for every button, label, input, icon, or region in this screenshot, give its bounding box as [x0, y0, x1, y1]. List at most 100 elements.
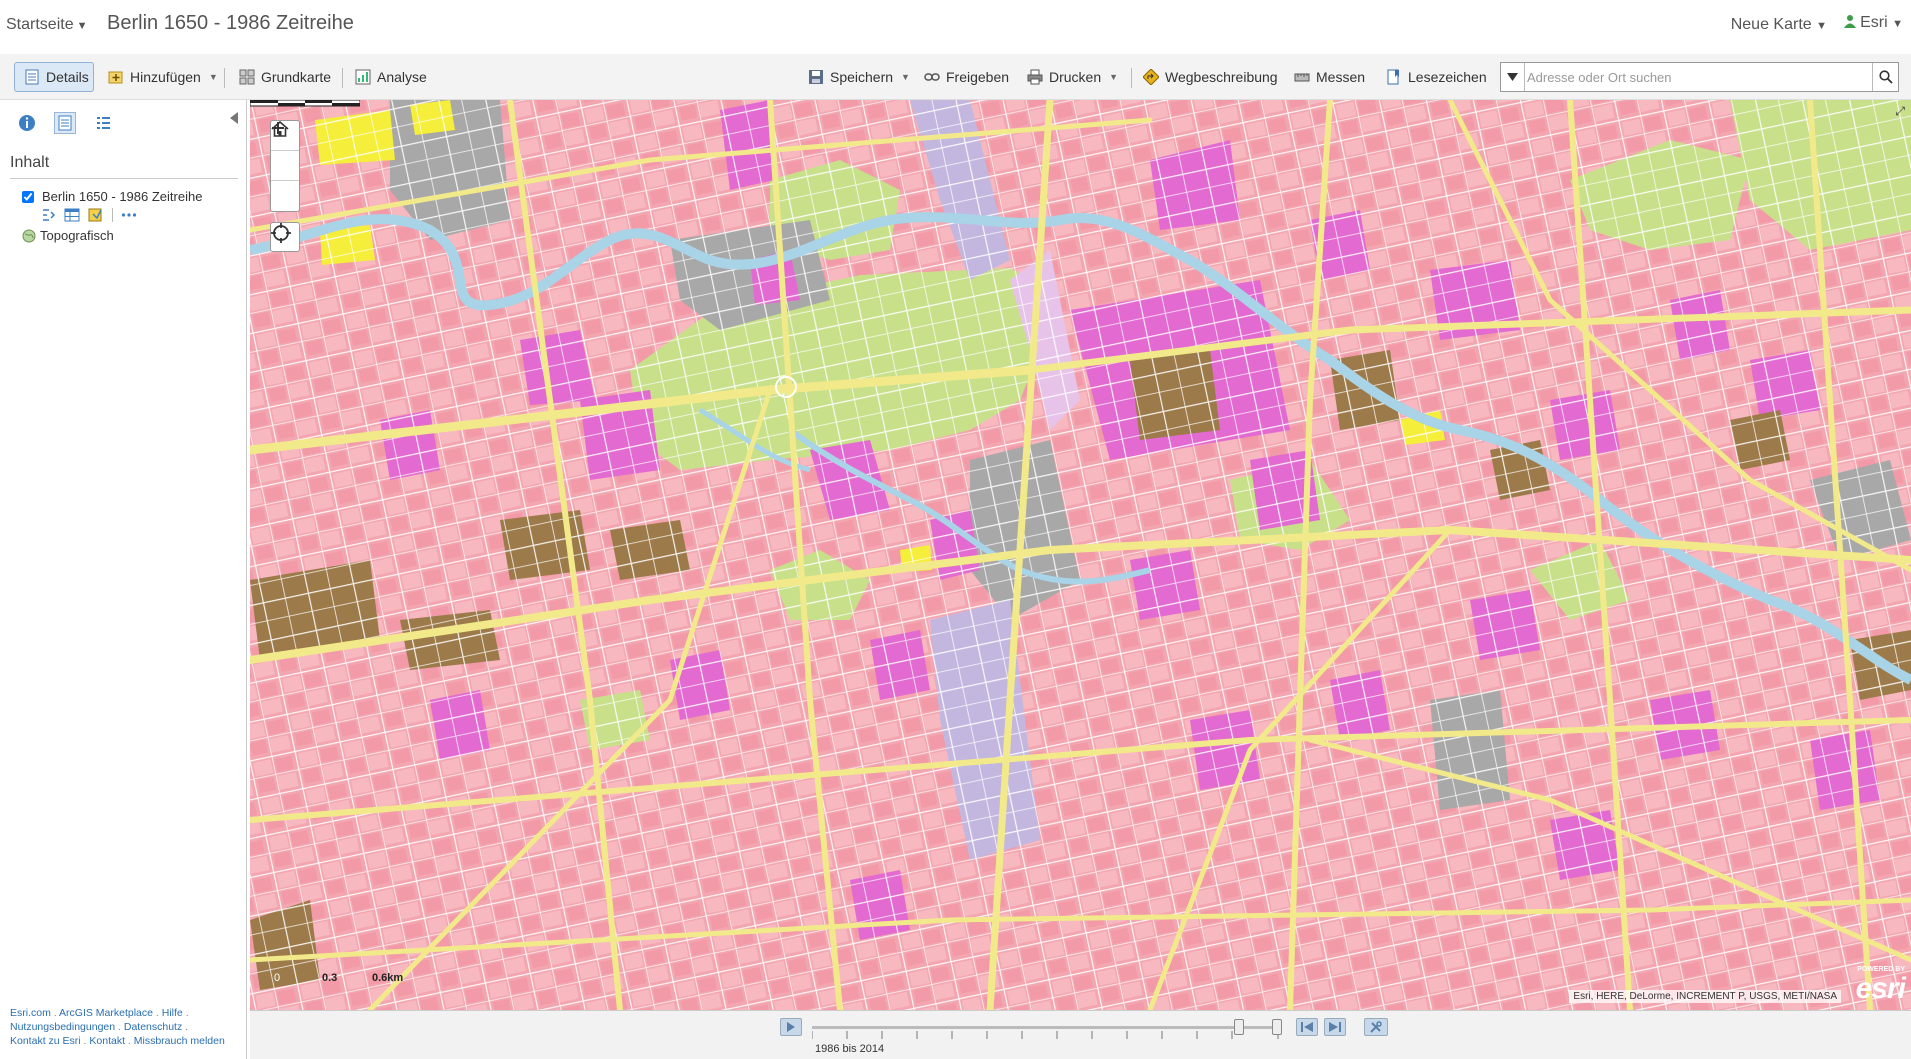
analysis-label: Analyse — [377, 69, 427, 85]
measure-icon — [1294, 73, 1310, 82]
search-box — [1500, 62, 1899, 92]
collapse-panel-button[interactable] — [230, 112, 238, 127]
scale-label: 0 — [274, 972, 281, 984]
home-menu-label: Startseite — [6, 16, 74, 33]
more-options-icon[interactable] — [121, 212, 137, 218]
search-button[interactable] — [1872, 63, 1898, 91]
content-panel: Inhalt Berlin 1650 - 1986 Zeitreihe Topo… — [0, 100, 256, 1059]
print-label: Drucken — [1049, 69, 1102, 85]
directions-icon — [1143, 69, 1159, 85]
content-tab[interactable] — [54, 112, 76, 134]
time-slider-track[interactable] — [812, 1026, 1278, 1029]
layer-settings-icon[interactable] — [42, 208, 56, 222]
about-tab[interactable] — [16, 112, 38, 134]
content-list-icon — [58, 115, 72, 131]
add-label: Hinzufügen — [130, 69, 201, 85]
wrench-icon — [1370, 1021, 1382, 1033]
basemap-globe-icon — [22, 229, 36, 242]
bookmarks-button[interactable]: Lesezeichen — [1386, 62, 1487, 92]
footer-link[interactable]: Kontakt zu Esri — [10, 1035, 81, 1047]
home-extent-button[interactable] — [271, 121, 299, 181]
chevron-down-icon: ▼ — [76, 20, 88, 32]
chevron-down-icon — [1507, 73, 1518, 81]
divider — [10, 178, 238, 179]
map-attribution: Esri, HERE, DeLorme, INCREMENT P, USGS, … — [1569, 990, 1841, 1003]
locate-crosshair-icon — [271, 223, 291, 243]
directions-label: Wegbeschreibung — [1165, 69, 1278, 85]
bookmark-icon — [1387, 69, 1399, 85]
previous-step-button[interactable] — [1296, 1018, 1318, 1036]
attribute-table-icon[interactable] — [64, 208, 80, 222]
basemap-button[interactable]: Grundkarte — [239, 62, 331, 92]
esri-logo[interactable]: esri — [1856, 972, 1906, 1006]
toolbar-divider — [224, 68, 225, 88]
chevron-down-icon: ▼ — [1892, 18, 1903, 30]
time-settings-button[interactable] — [1364, 1018, 1388, 1036]
share-button[interactable]: Freigeben — [924, 62, 1009, 92]
next-step-button[interactable] — [1324, 1018, 1346, 1036]
scale-bar — [250, 100, 360, 107]
chevron-down-icon: ▼ — [1109, 72, 1119, 82]
scale-label: 0.6km — [372, 972, 404, 984]
footer-link[interactable]: Nutzungsbedingungen — [10, 1021, 115, 1033]
info-icon — [19, 115, 35, 131]
chevron-left-icon — [230, 112, 238, 124]
printer-icon — [1027, 69, 1043, 85]
legend-tab[interactable] — [92, 112, 114, 134]
layer-name[interactable]: Berlin 1650 - 1986 Zeitreihe — [42, 189, 202, 204]
footer-link[interactable]: Hilfe — [162, 1007, 183, 1019]
tools-divider — [112, 208, 113, 222]
save-label: Speichern — [830, 69, 894, 85]
add-button[interactable]: Hinzufügen ▼ — [108, 62, 218, 92]
details-button[interactable]: Details — [14, 62, 94, 92]
search-icon — [1878, 70, 1893, 84]
new-map-menu[interactable]: Neue Karte ▼ — [1731, 16, 1827, 34]
time-slider: 1986 bis 2014 — [250, 1010, 1911, 1059]
layer-item: Berlin 1650 - 1986 Zeitreihe — [22, 189, 202, 204]
footer-link[interactable]: Missbrauch melden — [134, 1035, 225, 1047]
land-use-map[interactable] — [250, 100, 1911, 1010]
top-header: Startseite ▼ Berlin 1650 - 1986 Zeitreihe… — [0, 0, 1911, 52]
time-slider-start-thumb[interactable] — [1234, 1019, 1244, 1035]
map-view[interactable]: ⤢ 0 0.3 0.6km Esri, HERE, DeLorme, INCRE… — [250, 100, 1911, 1010]
time-slider-ticks — [812, 1031, 1279, 1039]
footer-links: Esri.com . ArcGIS Marketplace . Hilfe . … — [10, 1007, 225, 1047]
scale-label: 0.3 — [322, 972, 338, 984]
user-icon — [1843, 15, 1856, 28]
measure-button[interactable]: Messen — [1294, 62, 1365, 92]
locate-button[interactable] — [270, 222, 300, 252]
play-button[interactable] — [780, 1018, 802, 1036]
search-input[interactable] — [1527, 65, 1867, 89]
change-style-icon[interactable] — [88, 208, 104, 222]
new-map-label: Neue Karte — [1730, 16, 1812, 33]
toolbar-divider — [1131, 68, 1132, 88]
search-source-dropdown[interactable] — [1501, 63, 1525, 91]
details-icon — [25, 69, 39, 85]
user-label: Esri — [1860, 14, 1888, 31]
bookmarks-label: Lesezeichen — [1408, 69, 1487, 85]
details-label: Details — [46, 69, 89, 85]
footer-link[interactable]: ArcGIS Marketplace — [59, 1007, 153, 1019]
chevron-down-icon: ▼ — [901, 72, 910, 82]
print-button[interactable]: Drucken ▼ — [1027, 62, 1118, 92]
layer-visibility-checkbox[interactable] — [22, 190, 34, 203]
home-menu[interactable]: Startseite ▼ — [6, 16, 87, 34]
step-back-icon — [1301, 1022, 1313, 1032]
directions-button[interactable]: Wegbeschreibung — [1143, 62, 1278, 92]
footer-link[interactable]: Kontakt — [89, 1035, 125, 1047]
share-link-icon — [924, 73, 940, 81]
legend-icon — [97, 117, 110, 129]
basemap-item[interactable]: Topografisch — [22, 228, 114, 243]
zoom-out-button[interactable] — [271, 127, 299, 211]
user-menu[interactable]: Esri ▼ — [1843, 14, 1903, 32]
analysis-button[interactable]: Analyse — [355, 62, 427, 92]
footer-link[interactable]: Esri.com — [10, 1007, 51, 1019]
time-extent-label: 1986 bis 2014 — [815, 1043, 885, 1055]
save-button[interactable]: Speichern ▼ — [808, 62, 910, 92]
time-slider-end-thumb[interactable] — [1272, 1019, 1282, 1035]
play-icon — [787, 1022, 795, 1032]
footer-link[interactable]: Datenschutz — [124, 1021, 182, 1033]
expand-map-icon[interactable]: ⤢ — [1895, 104, 1905, 119]
add-layer-icon — [108, 71, 123, 84]
share-label: Freigeben — [946, 69, 1010, 85]
